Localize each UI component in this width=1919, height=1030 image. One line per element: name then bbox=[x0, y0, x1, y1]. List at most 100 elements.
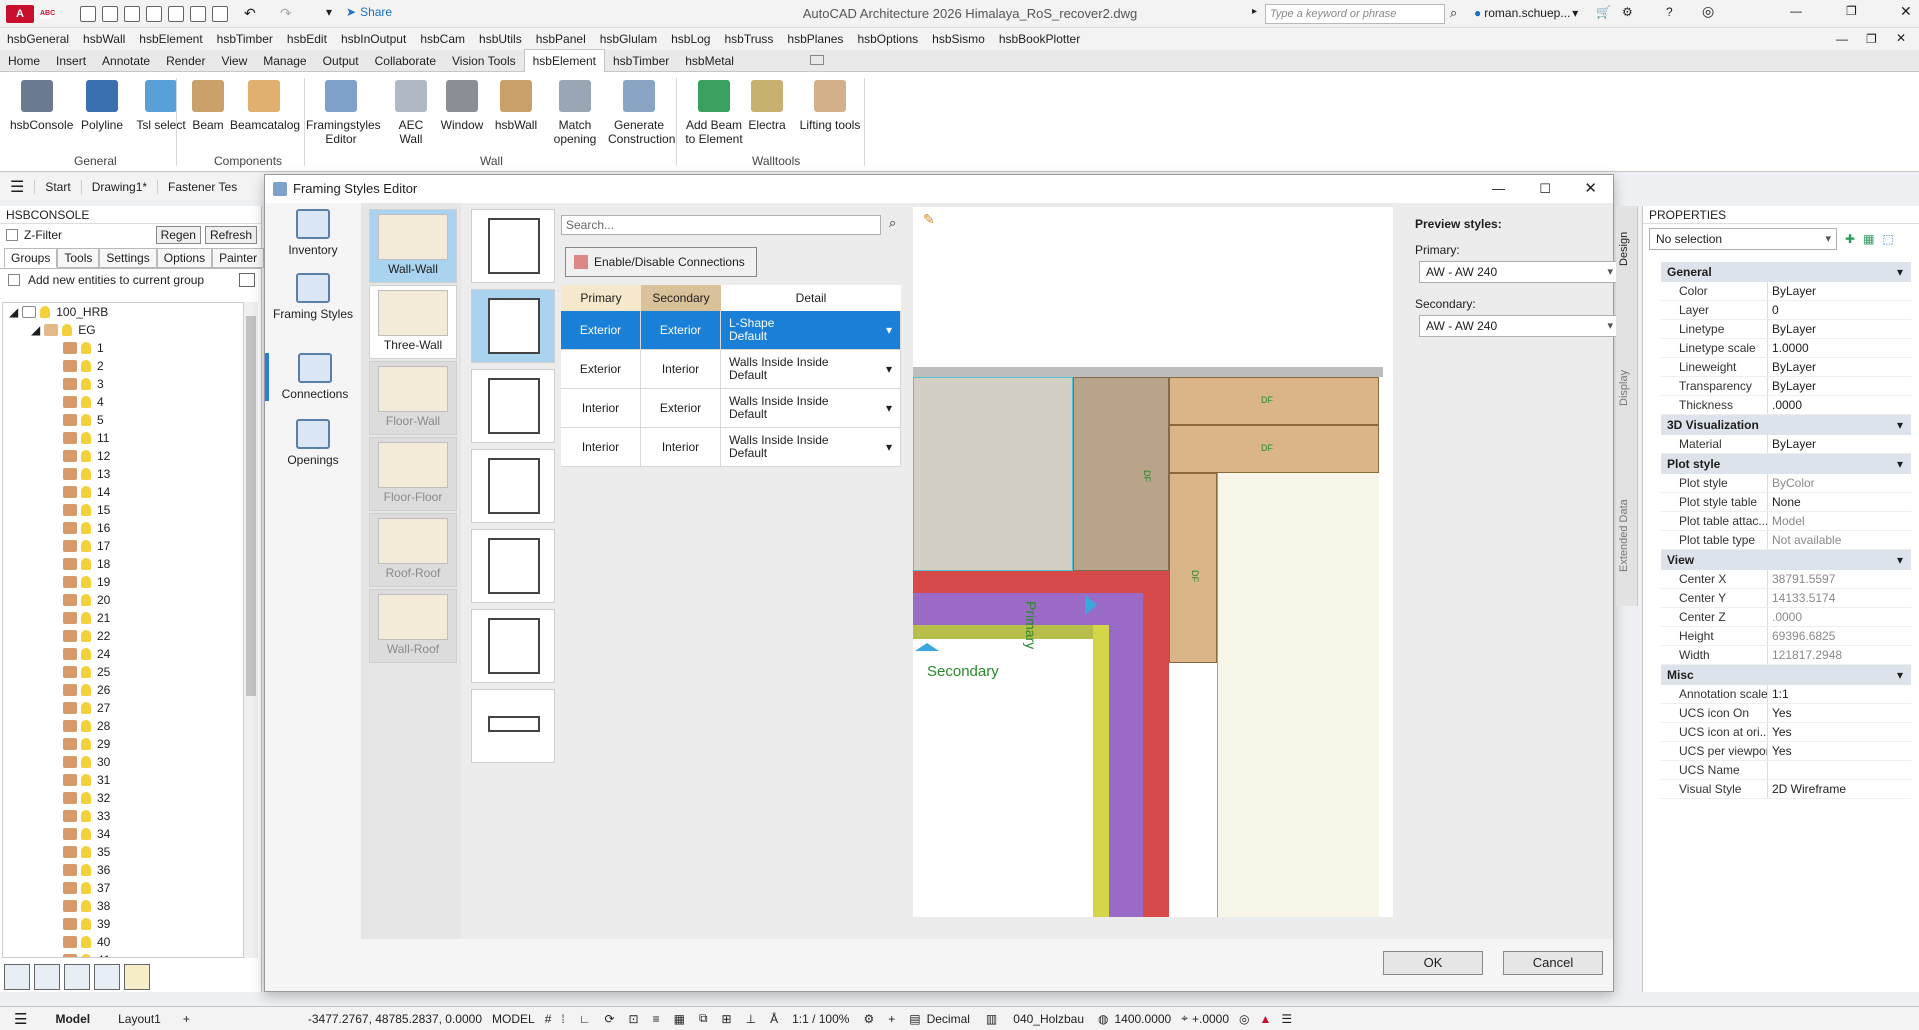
dynamic-ucs-icon[interactable]: ⊥ bbox=[746, 1012, 756, 1026]
units-select[interactable]: Decimal bbox=[927, 1012, 970, 1026]
transparency-icon[interactable]: ▦ bbox=[674, 1012, 685, 1026]
ribbon-tab-annotate[interactable]: Annotate bbox=[94, 50, 158, 72]
column-primary[interactable]: Primary bbox=[561, 285, 641, 311]
user-account[interactable]: ● roman.schuep... ▾ bbox=[1474, 6, 1578, 20]
menu-hsbsismo[interactable]: hsbSismo bbox=[925, 28, 992, 50]
connection-variant[interactable] bbox=[471, 609, 555, 683]
console-tool-4-icon[interactable] bbox=[94, 964, 120, 990]
detail-dropdown-icon[interactable]: ▾ bbox=[886, 362, 892, 376]
console-tool-2-icon[interactable] bbox=[34, 964, 60, 990]
tree-item[interactable]: 29 bbox=[3, 735, 243, 753]
tree-item[interactable]: 11 bbox=[3, 429, 243, 447]
property-row[interactable]: Linetype scale 1.0000 bbox=[1661, 339, 1911, 358]
nav-openings[interactable]: Openings bbox=[265, 419, 361, 467]
property-value[interactable]: None bbox=[1767, 493, 1911, 511]
menu-hsboptions[interactable]: hsbOptions bbox=[850, 28, 925, 50]
property-value[interactable]: 38791.5597 bbox=[1767, 570, 1911, 588]
property-row[interactable]: Material ByLayer bbox=[1661, 435, 1911, 454]
select-objects-icon[interactable]: ▦ bbox=[1863, 232, 1874, 246]
console-tab-groups[interactable]: Groups bbox=[4, 248, 58, 268]
section-misc[interactable]: Misc bbox=[1661, 665, 1911, 685]
dialog-close-icon[interactable]: ✕ bbox=[1584, 175, 1597, 203]
restore-window-icon[interactable]: ❐ bbox=[1846, 4, 1857, 18]
isolate-icon[interactable]: ◎ bbox=[1239, 1012, 1249, 1026]
table-row[interactable]: Exterior Exterior L-Shape Default ▾ bbox=[561, 311, 901, 350]
cut-plane-value[interactable]: +.0000 bbox=[1192, 1012, 1229, 1026]
preview-canvas[interactable]: ✎ Primary Secondary DF DF DF DF bbox=[913, 207, 1393, 917]
tool-hsbwall[interactable]: hsbWall bbox=[488, 80, 544, 132]
property-value[interactable]: Not available bbox=[1767, 531, 1911, 549]
property-value[interactable]: .0000 bbox=[1767, 396, 1911, 414]
plot-icon[interactable] bbox=[212, 6, 228, 22]
tree-item[interactable]: 34 bbox=[3, 825, 243, 843]
tree-item[interactable]: 36 bbox=[3, 861, 243, 879]
property-row[interactable]: Transparency ByLayer bbox=[1661, 377, 1911, 396]
property-row[interactable]: UCS Name bbox=[1661, 761, 1911, 780]
cut-plane-icon[interactable]: ⌖ bbox=[1181, 1011, 1188, 1026]
tree-item[interactable]: 3 bbox=[3, 375, 243, 393]
tool-generate-construction[interactable]: Generate Construction bbox=[608, 80, 675, 146]
doc-minimize-icon[interactable]: — bbox=[1836, 32, 1848, 46]
tool-lifting-tools[interactable]: Lifting tools bbox=[796, 80, 864, 132]
redo-icon[interactable]: ↷ bbox=[280, 5, 292, 22]
connection-type-three-wall[interactable]: Three-Wall bbox=[369, 285, 457, 359]
detail-dropdown-icon[interactable]: ▾ bbox=[886, 440, 892, 454]
property-value[interactable]: 0 bbox=[1767, 301, 1911, 319]
snap-icon[interactable]: ⁞ bbox=[561, 1012, 564, 1026]
console-tool-5-icon[interactable] bbox=[124, 964, 150, 990]
search-icon[interactable]: ⌕ bbox=[889, 215, 896, 231]
connection-type-floor-wall[interactable]: Floor-Wall bbox=[369, 361, 457, 435]
menu-hsbutils[interactable]: hsbUtils bbox=[472, 28, 529, 50]
console-tab-painter[interactable]: Painter bbox=[212, 248, 265, 268]
tree-item[interactable]: 19 bbox=[3, 573, 243, 591]
tab-model[interactable]: Model bbox=[41, 1012, 104, 1026]
connection-type-wall-roof[interactable]: Wall-Roof bbox=[369, 589, 457, 663]
console-tab-tools[interactable]: Tools bbox=[57, 248, 100, 268]
property-row[interactable]: Width 121817.2948 bbox=[1661, 646, 1911, 665]
dialog-minimize-icon[interactable]: — bbox=[1492, 175, 1505, 203]
dialog-maximize-icon[interactable]: ☐ bbox=[1539, 175, 1551, 203]
detail-dropdown-icon[interactable]: ▾ bbox=[886, 401, 892, 415]
property-value[interactable]: 1.0000 bbox=[1767, 339, 1911, 357]
tree-item[interactable]: 12 bbox=[3, 447, 243, 465]
column-secondary[interactable]: Secondary bbox=[641, 285, 721, 311]
connection-search-input[interactable]: Search... bbox=[561, 215, 881, 235]
tree-item[interactable]: 31 bbox=[3, 771, 243, 789]
console-tool-3-icon[interactable] bbox=[64, 964, 90, 990]
enable-disable-connections-button[interactable]: Enable/Disable Connections bbox=[565, 247, 757, 277]
ribbon-tab-home[interactable]: Home bbox=[0, 50, 48, 72]
save-as-icon[interactable] bbox=[146, 6, 162, 22]
detail-dropdown-icon[interactable]: ▾ bbox=[886, 323, 892, 337]
menu-hsbplanes[interactable]: hsbPlanes bbox=[780, 28, 850, 50]
menu-hsbwall[interactable]: hsbWall bbox=[76, 28, 132, 50]
primary-style-select[interactable]: AW - AW 240 bbox=[1419, 261, 1619, 283]
property-row[interactable]: UCS icon On Yes bbox=[1661, 704, 1911, 723]
tool-electra[interactable]: Electra bbox=[744, 80, 790, 132]
doc-tab-fastener[interactable]: Fastener Tes bbox=[157, 180, 247, 194]
tree-item[interactable]: 2 bbox=[3, 357, 243, 375]
tree-item[interactable]: 14 bbox=[3, 483, 243, 501]
cell-detail[interactable]: L-Shape Default ▾ bbox=[721, 311, 901, 349]
open-web-icon[interactable] bbox=[168, 6, 184, 22]
cart-icon[interactable]: 🛒 bbox=[1596, 5, 1611, 19]
ribbon-tab-output[interactable]: Output bbox=[315, 50, 367, 72]
tree-item[interactable]: 28 bbox=[3, 717, 243, 735]
console-tab-options[interactable]: Options bbox=[156, 248, 213, 268]
property-value[interactable]: 121817.2948 bbox=[1767, 646, 1911, 664]
property-value[interactable]: Model bbox=[1767, 512, 1911, 530]
property-row[interactable]: Visual Style 2D Wireframe bbox=[1661, 780, 1911, 799]
tool-polyline[interactable]: Polyline bbox=[74, 80, 130, 132]
property-row[interactable]: Center Z .0000 bbox=[1661, 608, 1911, 627]
search-input[interactable]: Type a keyword or phrase bbox=[1265, 4, 1445, 24]
ribbon-tab-render[interactable]: Render bbox=[158, 50, 213, 72]
ok-button[interactable]: OK bbox=[1383, 951, 1483, 975]
grid-icon[interactable]: # bbox=[545, 1012, 552, 1026]
table-row[interactable]: Interior Interior Walls Inside Inside Defa… bbox=[561, 428, 901, 467]
connection-variant[interactable] bbox=[471, 449, 555, 523]
section-general[interactable]: General bbox=[1661, 262, 1911, 282]
connection-variant[interactable] bbox=[471, 209, 555, 283]
customization-icon[interactable]: ☰ bbox=[1281, 1012, 1292, 1026]
save-icon[interactable] bbox=[124, 6, 140, 22]
property-value[interactable]: 14133.5174 bbox=[1767, 589, 1911, 607]
tree-item[interactable]: 30 bbox=[3, 753, 243, 771]
